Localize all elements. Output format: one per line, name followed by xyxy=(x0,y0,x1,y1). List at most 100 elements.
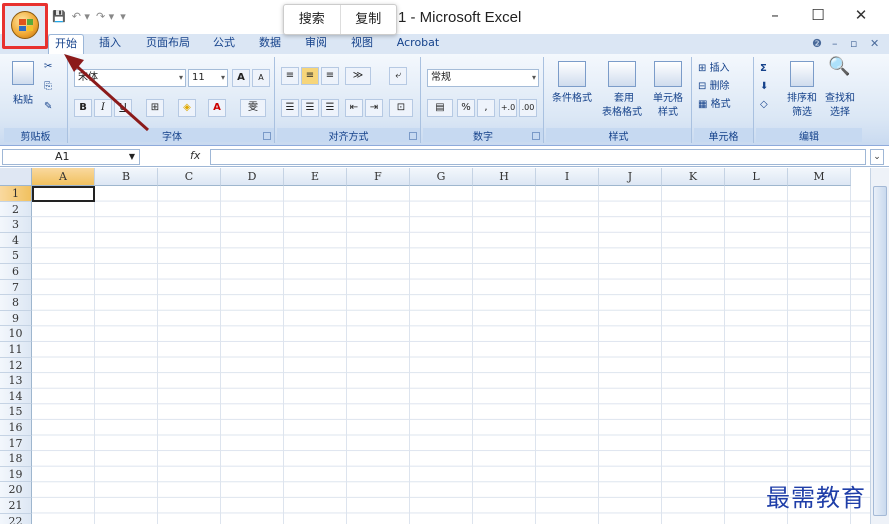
ribbon-close-icon[interactable]: ✕ xyxy=(870,37,879,50)
align-middle-icon[interactable]: ≡ xyxy=(301,67,319,85)
row-header-12[interactable]: 12 xyxy=(0,357,32,374)
sort-filter-line1[interactable]: 排序和 xyxy=(784,93,820,105)
align-bottom-icon[interactable]: ≡ xyxy=(321,67,339,85)
row-header-20[interactable]: 20 xyxy=(0,482,32,498)
bold-button[interactable]: B xyxy=(74,99,92,117)
customize-qat-icon[interactable]: ▾ xyxy=(120,10,126,28)
row-header-15[interactable]: 15 xyxy=(0,404,32,420)
alignment-dialog-launcher[interactable] xyxy=(409,132,417,140)
formula-input[interactable] xyxy=(210,149,866,165)
select-all-corner[interactable] xyxy=(0,168,32,186)
insert-function-button[interactable]: fx xyxy=(190,149,200,162)
sort-filter-line2[interactable]: 筛选 xyxy=(784,107,820,119)
tab-data[interactable]: 数据 xyxy=(252,34,288,54)
row-header-13[interactable]: 13 xyxy=(0,373,32,389)
row-header-11[interactable]: 11 xyxy=(0,342,32,358)
align-top-icon[interactable]: ≡ xyxy=(281,67,299,85)
row-header-17[interactable]: 17 xyxy=(0,435,32,452)
expand-formula-bar-icon[interactable]: ⌄ xyxy=(870,149,884,165)
merge-center-icon[interactable]: ⊡ xyxy=(389,99,413,117)
number-dialog-launcher[interactable] xyxy=(532,132,540,140)
conditional-format-button[interactable]: 条件格式 xyxy=(548,93,596,105)
cell-area[interactable] xyxy=(32,186,870,524)
shrink-font-button[interactable]: A xyxy=(252,69,270,87)
redo-icon[interactable]: ↷ ▾ xyxy=(96,10,114,28)
column-header-e[interactable]: E xyxy=(284,168,347,186)
column-header-d[interactable]: D xyxy=(221,168,284,186)
insert-cells-button[interactable]: ⊞ 插入 xyxy=(698,63,730,75)
save-icon[interactable]: 💾 xyxy=(52,10,66,28)
font-size-combo[interactable]: 11 ▾ xyxy=(188,69,228,87)
paste-icon[interactable] xyxy=(12,61,34,85)
clear-icon[interactable]: ◇ xyxy=(760,99,768,111)
scrollbar-thumb[interactable] xyxy=(873,186,887,516)
grow-font-button[interactable]: A xyxy=(232,69,250,87)
cell-styles-icon[interactable] xyxy=(654,61,682,87)
align-left-icon[interactable]: ☰ xyxy=(281,99,299,117)
borders-icon[interactable]: ⊞ xyxy=(146,99,164,117)
find-select-line1[interactable]: 查找和 xyxy=(822,93,858,105)
row-header-19[interactable]: 19 xyxy=(0,466,32,483)
worksheet-grid[interactable]: ABCDEFGHIJKLM 1 2 3 4 5 6 7 8 9 10 11 12 13 14 15 16 17 1… xyxy=(0,168,870,524)
row-header-8[interactable]: 8 xyxy=(0,295,32,311)
column-header-c[interactable]: C xyxy=(158,168,221,186)
tab-view[interactable]: 视图 xyxy=(344,34,380,54)
row-header-18[interactable]: 18 xyxy=(0,451,32,467)
accounting-icon[interactable]: ▤ xyxy=(427,99,453,117)
find-select-line2[interactable]: 选择 xyxy=(822,107,858,119)
column-header-l[interactable]: L xyxy=(725,168,788,186)
vertical-scrollbar[interactable] xyxy=(870,168,889,524)
wrap-text-icon[interactable]: ⤶ xyxy=(389,67,407,85)
row-header-22[interactable]: 22 xyxy=(0,513,32,524)
percent-button[interactable]: % xyxy=(457,99,475,117)
close-button[interactable]: ✕ xyxy=(846,6,876,24)
align-center-icon[interactable]: ☰ xyxy=(301,99,319,117)
tab-home[interactable]: 开始 xyxy=(48,34,84,54)
row-header-5[interactable]: 5 xyxy=(0,248,32,264)
font-name-combo[interactable]: 宋体 ▾ xyxy=(74,69,186,87)
delete-cells-button[interactable]: ⊟ 删除 xyxy=(698,81,730,93)
format-cells-button[interactable]: ▦ 格式 xyxy=(698,99,731,111)
name-box[interactable]: A1 ▼ xyxy=(2,149,140,165)
row-header-1[interactable]: 1 xyxy=(0,186,32,202)
row-header-21[interactable]: 21 xyxy=(0,498,32,514)
format-table-icon[interactable] xyxy=(608,61,636,87)
row-header-7[interactable]: 7 xyxy=(0,279,32,296)
column-header-b[interactable]: B xyxy=(95,168,158,186)
decrease-indent-icon[interactable]: ⇤ xyxy=(345,99,363,117)
maximize-button[interactable]: ☐ xyxy=(803,6,833,24)
column-header-a[interactable]: A xyxy=(32,168,95,186)
tab-formulas[interactable]: 公式 xyxy=(206,34,242,54)
fill-color-icon[interactable]: ◈ xyxy=(178,99,196,117)
conditional-format-icon[interactable] xyxy=(558,61,586,87)
help-icon[interactable]: ❷ xyxy=(812,37,822,50)
row-header-3[interactable]: 3 xyxy=(0,217,32,233)
row-header-16[interactable]: 16 xyxy=(0,420,32,436)
minimize-button[interactable]: – xyxy=(760,6,790,24)
active-cell-a1[interactable] xyxy=(32,186,95,202)
column-header-i[interactable]: I xyxy=(536,168,599,186)
cut-icon[interactable]: ✂ xyxy=(44,61,52,73)
column-header-m[interactable]: M xyxy=(788,168,851,186)
italic-button[interactable]: I xyxy=(94,99,112,117)
format-painter-icon[interactable]: ✎ xyxy=(44,101,52,113)
format-table-line2[interactable]: 表格格式 xyxy=(594,107,650,119)
row-header-9[interactable]: 9 xyxy=(0,310,32,327)
column-header-j[interactable]: J xyxy=(599,168,662,186)
format-table-line1[interactable]: 套用 xyxy=(604,93,644,105)
cell-styles-line1[interactable]: 单元格 xyxy=(648,93,688,105)
row-header-4[interactable]: 4 xyxy=(0,232,32,249)
comma-button[interactable]: , xyxy=(477,99,495,117)
find-select-icon[interactable]: 🔍 xyxy=(828,58,850,76)
row-header-6[interactable]: 6 xyxy=(0,264,32,280)
tab-page-layout[interactable]: 页面布局 xyxy=(140,34,196,54)
copy-icon[interactable]: ⎘ xyxy=(44,81,52,93)
underline-button[interactable]: U xyxy=(114,99,132,117)
ribbon-minimize-icon[interactable]: – xyxy=(832,37,838,50)
increase-indent-icon[interactable]: ⇥ xyxy=(365,99,383,117)
fill-icon[interactable]: ⬇ xyxy=(760,81,768,93)
search-menu-item[interactable]: 搜索 xyxy=(284,5,340,34)
column-header-f[interactable]: F xyxy=(347,168,410,186)
number-format-combo[interactable]: 常规 ▾ xyxy=(427,69,539,87)
copy-menu-item[interactable]: 复制 xyxy=(339,5,397,34)
